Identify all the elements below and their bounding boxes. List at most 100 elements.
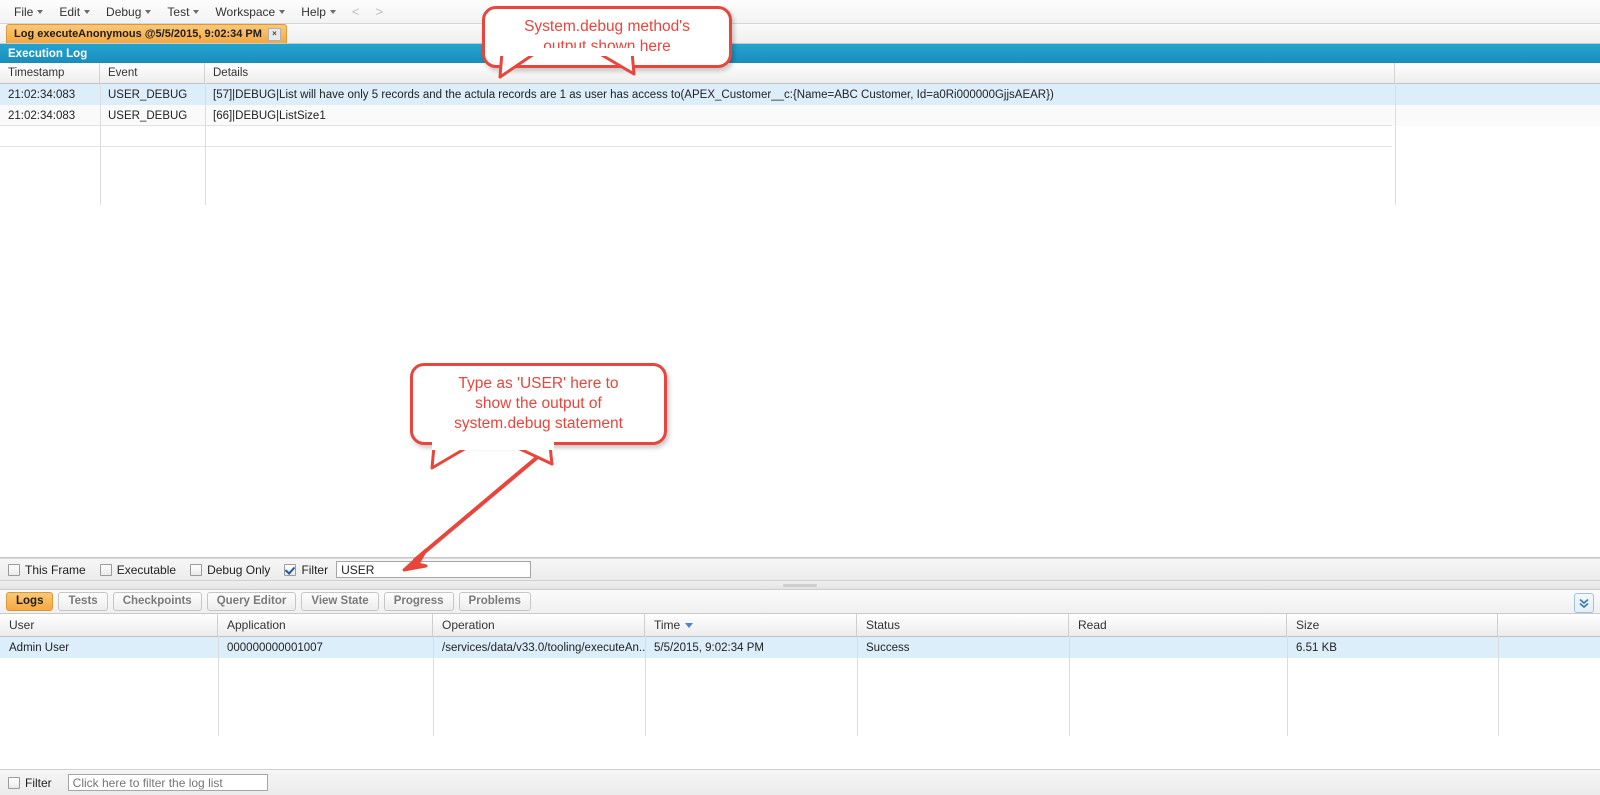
bottom-tab-bar: Logs Tests Checkpoints Query Editor View… xyxy=(0,590,1600,614)
chevron-down-icon xyxy=(145,10,152,14)
cell-event: USER_DEBUG xyxy=(108,109,188,122)
tab-query-editor[interactable]: Query Editor xyxy=(206,592,297,611)
callout-2-bubble: Type as 'USER' here to show the output o… xyxy=(410,363,667,445)
column-header-operation[interactable]: Operation xyxy=(433,614,645,636)
callout-type-user-filter: Type as 'USER' here to show the output o… xyxy=(410,363,667,445)
checkbox-debug-only[interactable]: Debug Only xyxy=(190,563,270,577)
menu-edit-label: Edit xyxy=(59,4,81,19)
logs-table-header-row: User Application Operation Time Status R… xyxy=(0,614,1600,637)
document-tab-title: Log executeAnonymous @5/5/2015, 9:02:34 … xyxy=(14,28,262,40)
tab-view-state[interactable]: View State xyxy=(301,592,379,611)
column-header-read[interactable]: Read xyxy=(1069,614,1287,636)
cell-details: [66]|DEBUG|ListSize1 xyxy=(213,109,326,122)
grid-column-divider xyxy=(205,83,206,205)
grid-divider xyxy=(0,125,1392,126)
column-header-read-label: Read xyxy=(1078,618,1107,632)
menu-help-label: Help xyxy=(301,4,326,19)
grid-divider xyxy=(0,146,1392,147)
grid-column-divider xyxy=(645,636,646,736)
checkbox-log-filter[interactable]: Filter xyxy=(8,776,52,790)
column-header-application-label: Application xyxy=(227,618,286,632)
panel-splitter[interactable] xyxy=(0,581,1600,590)
column-header-status[interactable]: Status xyxy=(857,614,1069,636)
execution-log-header-row: Timestamp Event Details xyxy=(0,63,1600,84)
menu-debug[interactable]: Debug xyxy=(98,3,159,21)
main-menu-bar: File Edit Debug Test Workspace Help < > xyxy=(0,0,1600,24)
checkbox-checked-icon[interactable] xyxy=(284,563,297,576)
menu-test-label: Test xyxy=(167,4,190,19)
tab-problems[interactable]: Problems xyxy=(458,592,531,611)
column-header-time[interactable]: Time xyxy=(645,614,857,636)
column-header-user-label: User xyxy=(9,618,35,632)
execution-log-filter-bar: This Frame Executable Debug Only Filter xyxy=(0,558,1600,581)
grid-column-divider xyxy=(1287,636,1288,736)
checkbox-icon[interactable] xyxy=(99,563,112,576)
checkbox-icon[interactable] xyxy=(190,563,203,576)
menu-help[interactable]: Help xyxy=(293,3,344,21)
checkbox-icon[interactable] xyxy=(8,776,20,789)
checkbox-this-frame-label: This Frame xyxy=(25,562,86,577)
column-header-details[interactable]: Details xyxy=(205,63,1395,83)
callout-2-tail xyxy=(430,442,554,470)
cell-size: 6.51 KB xyxy=(1296,641,1337,654)
chevron-down-icon xyxy=(84,10,91,14)
salesforce-developer-console: File Edit Debug Test Workspace Help < > … xyxy=(0,0,1600,795)
grid-column-divider xyxy=(1498,636,1499,736)
chevron-down-icon xyxy=(37,10,44,14)
tab-logs[interactable]: Logs xyxy=(6,592,54,611)
tab-progress[interactable]: Progress xyxy=(383,592,454,611)
column-header-spacer xyxy=(1395,63,1600,83)
column-header-size[interactable]: Size xyxy=(1287,614,1498,636)
column-header-size-label: Size xyxy=(1296,618,1320,632)
splitter-handle[interactable] xyxy=(783,584,817,587)
grid-column-divider xyxy=(218,636,219,736)
menu-test[interactable]: Test xyxy=(159,3,207,21)
cell-user: Admin User xyxy=(9,641,70,654)
execution-log-grid: Timestamp Event Details 21:02:34:083 USE… xyxy=(0,63,1600,558)
nav-back-button[interactable]: < xyxy=(344,2,368,21)
checkbox-filter[interactable]: Filter xyxy=(284,563,328,577)
tab-checkpoints[interactable]: Checkpoints xyxy=(112,592,202,611)
callout-2-line-2: show the output of xyxy=(475,395,602,412)
chevron-double-down-icon[interactable] xyxy=(1574,593,1594,613)
checkbox-executable-label: Executable xyxy=(116,562,177,577)
column-header-timestamp[interactable]: Timestamp xyxy=(0,63,100,83)
cell-status: Success xyxy=(866,641,910,654)
logs-table: User Application Operation Time Status R… xyxy=(0,614,1600,736)
menu-file[interactable]: File xyxy=(6,3,51,21)
callout-2-line-1: Type as 'USER' here to xyxy=(458,375,619,392)
cell-time: 5/5/2015, 9:02:34 PM xyxy=(654,641,764,654)
grid-column-divider xyxy=(1395,83,1396,205)
checkbox-this-frame[interactable]: This Frame xyxy=(8,563,86,577)
grid-column-divider xyxy=(433,636,434,736)
column-header-status-label: Status xyxy=(866,618,901,632)
cell-application: 000000000001007 xyxy=(227,641,323,654)
document-tab-execution-log[interactable]: Log executeAnonymous @5/5/2015, 9:02:34 … xyxy=(6,24,287,43)
table-row[interactable]: Admin User 000000000001007 /services/dat… xyxy=(0,637,1600,658)
column-header-user[interactable]: User xyxy=(0,614,218,636)
table-row[interactable]: 21:02:34:083 USER_DEBUG [57]|DEBUG|List … xyxy=(0,84,1600,105)
callout-1-line-1: System.debug method's xyxy=(524,18,690,35)
column-header-event[interactable]: Event xyxy=(100,63,205,83)
menu-edit[interactable]: Edit xyxy=(51,3,98,21)
column-header-time-label: Time xyxy=(654,618,681,632)
tab-tests[interactable]: Tests xyxy=(58,592,108,611)
column-header-spacer xyxy=(1498,614,1600,636)
close-icon[interactable]: × xyxy=(267,27,281,41)
grid-column-divider xyxy=(857,636,858,736)
column-header-application[interactable]: Application xyxy=(218,614,433,636)
cell-operation: /services/data/v33.0/tooling/executeAn..… xyxy=(442,641,645,654)
checkbox-filter-label: Filter xyxy=(301,562,329,577)
cell-event: USER_DEBUG xyxy=(108,88,188,101)
log-list-filter-input[interactable] xyxy=(67,774,268,791)
checkbox-icon[interactable] xyxy=(8,563,20,576)
checkbox-log-filter-label: Filter xyxy=(25,775,52,790)
log-list-filter-bar: Filter xyxy=(0,769,1600,795)
menu-workspace[interactable]: Workspace xyxy=(207,3,293,21)
table-row[interactable]: 21:02:34:083 USER_DEBUG [66]|DEBUG|ListS… xyxy=(0,105,1600,126)
checkbox-executable[interactable]: Executable xyxy=(99,562,177,577)
nav-forward-button[interactable]: > xyxy=(368,2,392,21)
cell-timestamp: 21:02:34:083 xyxy=(8,109,76,122)
menu-workspace-label: Workspace xyxy=(215,4,276,19)
menu-file-label: File xyxy=(14,4,34,19)
